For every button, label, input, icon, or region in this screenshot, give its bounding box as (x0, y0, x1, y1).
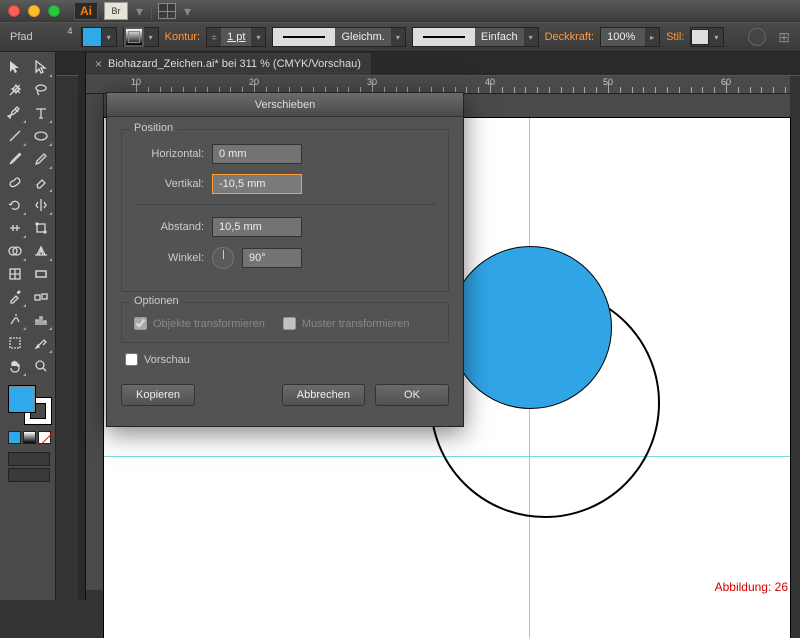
angle-label: Winkel: (134, 252, 204, 264)
circle-fill-shape[interactable] (449, 246, 612, 409)
minimize-window-button[interactable] (28, 5, 40, 17)
zoom-tool[interactable] (28, 355, 53, 377)
symbol-sprayer-tool[interactable] (2, 309, 27, 331)
bridge-dropdown-icon[interactable]: ▾ (134, 3, 145, 20)
vertical-label: Vertikal: (134, 178, 204, 190)
arrange-dropdown-icon[interactable]: ▾ (182, 3, 193, 20)
opacity-input[interactable]: 100%▸ (600, 27, 660, 47)
vertical-ruler[interactable] (86, 94, 104, 590)
transform-objects-checkbox[interactable]: Objekte transformieren (134, 317, 265, 330)
tools-panel (0, 52, 56, 600)
position-fieldset: Position Horizontal: Vertikal: Abstand: … (121, 129, 449, 292)
color-mode-buttons (8, 431, 53, 444)
options-legend: Optionen (130, 295, 183, 307)
distance-input[interactable] (212, 217, 302, 237)
horizontal-label: Horizontal: (134, 148, 204, 160)
mesh-tool[interactable] (2, 263, 27, 285)
style-dropdown[interactable]: ▾ (690, 27, 724, 47)
horizontal-input[interactable] (212, 144, 302, 164)
bridge-button[interactable]: Br (104, 2, 128, 20)
left-dock-edge (78, 52, 86, 600)
free-transform-tool[interactable] (28, 217, 53, 239)
eraser-tool[interactable] (28, 171, 53, 193)
color-mode-none[interactable] (38, 431, 51, 444)
document-title: Biohazard_Zeichen.ai* bei 311 % (CMYK/Vo… (108, 58, 361, 70)
document-tab-bar: × Biohazard_Zeichen.ai* bei 311 % (CMYK/… (0, 52, 800, 76)
move-dialog: Verschieben Position Horizontal: Vertika… (106, 92, 464, 427)
selection-type-label: Pfad (10, 31, 33, 43)
direct-selection-tool[interactable] (28, 56, 53, 78)
color-mode-gradient[interactable] (23, 431, 36, 444)
angle-input[interactable] (242, 248, 302, 268)
rotate-tool[interactable] (2, 194, 27, 216)
app-icon-ai: Ai (74, 2, 98, 20)
stroke-profile-dropdown[interactable]: Gleichm.▾ (272, 27, 405, 47)
paintbrush-tool[interactable] (2, 148, 27, 170)
preview-checkbox[interactable]: Vorschau (125, 353, 449, 366)
opacity-label: Deckkraft: (545, 31, 595, 43)
blob-brush-tool[interactable] (2, 171, 27, 193)
stroke-color-swatch[interactable]: ▾ (123, 27, 159, 47)
separator (151, 2, 152, 20)
type-tool[interactable] (28, 102, 53, 124)
brush-dropdown[interactable]: Einfach▾ (412, 27, 539, 47)
close-window-button[interactable] (8, 5, 20, 17)
cancel-button[interactable]: Abbrechen (282, 384, 365, 406)
slice-tool[interactable] (28, 332, 53, 354)
zoom-window-button[interactable] (48, 5, 60, 17)
gradient-tool[interactable] (28, 263, 53, 285)
stroke-weight-input[interactable]: ≑1 pt▾ (206, 27, 266, 47)
stroke-label: Kontur: (165, 31, 200, 43)
eyedropper-tool[interactable] (2, 286, 27, 308)
screen-mode-button[interactable] (8, 452, 50, 466)
traffic-lights (8, 5, 60, 17)
ellipse-tool[interactable] (28, 125, 53, 147)
close-tab-icon[interactable]: × (95, 57, 102, 71)
line-tool[interactable] (2, 125, 27, 147)
dialog-titlebar[interactable]: Verschieben (107, 93, 463, 117)
draw-mode-button[interactable] (8, 468, 50, 482)
fill-color-swatch[interactable]: ▾ (81, 27, 117, 47)
panel-menu-icon[interactable]: ⊞ (778, 29, 790, 46)
reflect-tool[interactable] (28, 194, 53, 216)
document-tab[interactable]: × Biohazard_Zeichen.ai* bei 311 % (CMYK/… (85, 53, 371, 75)
distance-label: Abstand: (134, 221, 204, 233)
window-titlebar: Ai Br ▾ ▾ (0, 0, 800, 22)
sync-settings-icon[interactable] (748, 28, 766, 46)
style-label: Stil: (666, 31, 684, 43)
fill-swatch[interactable] (8, 385, 36, 413)
pen-tool[interactable] (2, 102, 27, 124)
hand-tool[interactable] (2, 355, 27, 377)
position-legend: Position (130, 122, 177, 134)
width-tool[interactable] (2, 217, 27, 239)
tools-column-label: 4 (60, 26, 80, 36)
fill-stroke-indicator[interactable] (8, 385, 52, 425)
control-bar: Pfad ▾ ▾ Kontur: ≑1 pt▾ Gleichm.▾ Einfac… (0, 22, 800, 52)
artboard-tool[interactable] (2, 332, 27, 354)
figure-caption: Abbildung: 26 (715, 580, 788, 594)
angle-dial-icon[interactable] (212, 247, 234, 269)
shape-builder-tool[interactable] (2, 240, 27, 262)
lasso-tool[interactable] (28, 79, 53, 101)
ok-button[interactable]: OK (375, 384, 449, 406)
arrange-documents-button[interactable] (158, 3, 176, 19)
options-fieldset: Optionen Objekte transformieren Muster t… (121, 302, 449, 343)
column-graph-tool[interactable] (28, 309, 53, 331)
copy-button[interactable]: Kopieren (121, 384, 195, 406)
transform-patterns-checkbox[interactable]: Muster transformieren (283, 317, 410, 330)
selection-tool[interactable] (2, 56, 27, 78)
color-mode-solid[interactable] (8, 431, 21, 444)
vertical-input[interactable] (212, 174, 302, 194)
blend-tool[interactable] (28, 286, 53, 308)
perspective-grid-tool[interactable] (28, 240, 53, 262)
magic-wand-tool[interactable] (2, 79, 27, 101)
pencil-tool[interactable] (28, 148, 53, 170)
